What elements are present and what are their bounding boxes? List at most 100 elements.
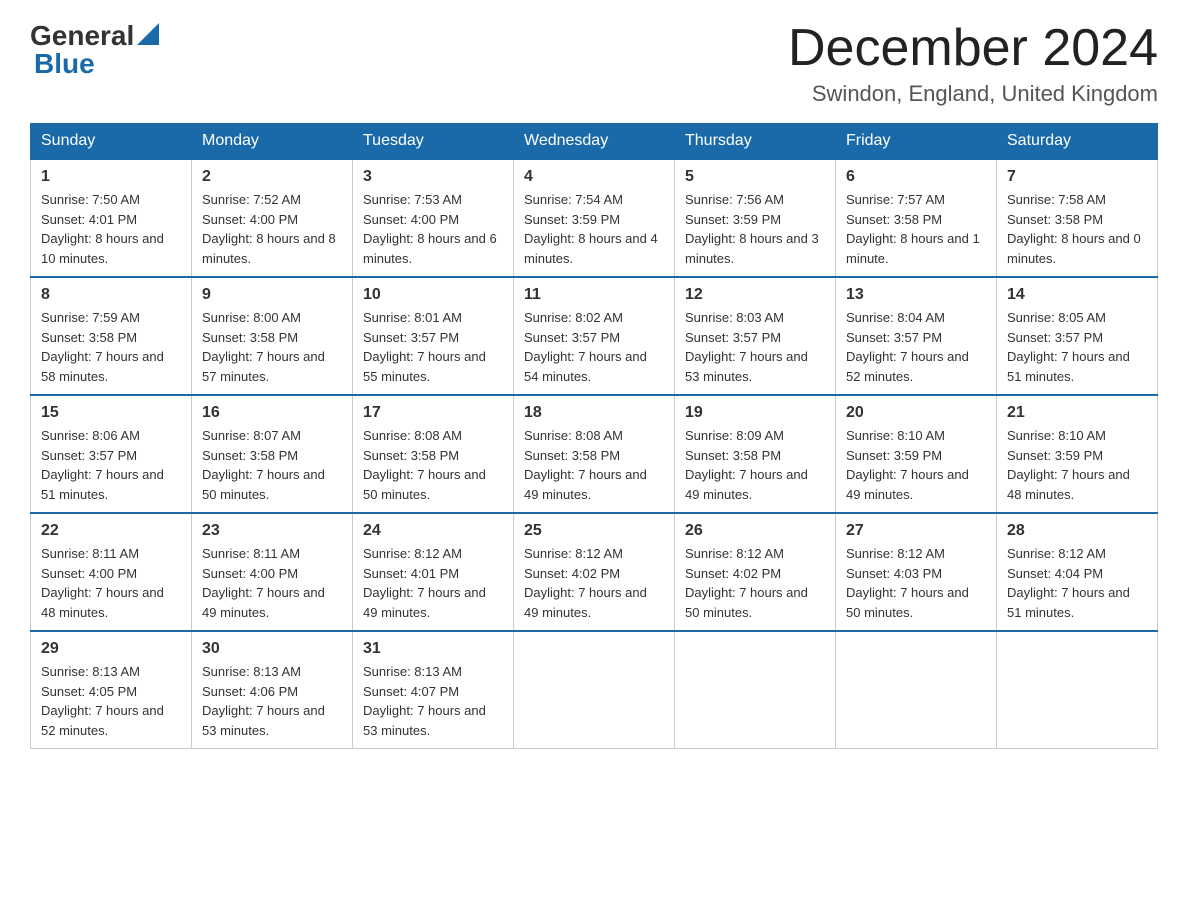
daylight-label: Daylight: 7 hours and 49 minutes. — [363, 585, 486, 620]
table-row: 3 Sunrise: 7:53 AM Sunset: 4:00 PM Dayli… — [353, 159, 514, 277]
table-row — [997, 631, 1158, 749]
sunrise-label: Sunrise: 8:12 AM — [1007, 546, 1106, 561]
sunset-label: Sunset: 3:58 PM — [846, 212, 942, 227]
table-row: 5 Sunrise: 7:56 AM Sunset: 3:59 PM Dayli… — [675, 159, 836, 277]
sunset-label: Sunset: 3:58 PM — [1007, 212, 1103, 227]
day-info: Sunrise: 8:13 AM Sunset: 4:06 PM Dayligh… — [202, 662, 342, 740]
table-row: 22 Sunrise: 8:11 AM Sunset: 4:00 PM Dayl… — [31, 513, 192, 631]
day-info: Sunrise: 8:12 AM Sunset: 4:02 PM Dayligh… — [685, 544, 825, 622]
daylight-label: Daylight: 8 hours and 8 minutes. — [202, 231, 336, 266]
sunrise-label: Sunrise: 8:08 AM — [363, 428, 462, 443]
daylight-label: Daylight: 7 hours and 49 minutes. — [524, 467, 647, 502]
sunset-label: Sunset: 4:00 PM — [41, 566, 137, 581]
calendar-week-row: 1 Sunrise: 7:50 AM Sunset: 4:01 PM Dayli… — [31, 159, 1158, 277]
sunrise-label: Sunrise: 8:13 AM — [41, 664, 140, 679]
daylight-label: Daylight: 7 hours and 50 minutes. — [685, 585, 808, 620]
day-number: 30 — [202, 640, 342, 658]
day-number: 15 — [41, 404, 181, 422]
sunrise-label: Sunrise: 8:06 AM — [41, 428, 140, 443]
table-row: 31 Sunrise: 8:13 AM Sunset: 4:07 PM Dayl… — [353, 631, 514, 749]
table-row: 17 Sunrise: 8:08 AM Sunset: 3:58 PM Dayl… — [353, 395, 514, 513]
header-tuesday: Tuesday — [353, 124, 514, 160]
table-row: 15 Sunrise: 8:06 AM Sunset: 3:57 PM Dayl… — [31, 395, 192, 513]
daylight-label: Daylight: 7 hours and 48 minutes. — [41, 585, 164, 620]
page-header: General Blue December 2024 Swindon, Engl… — [30, 20, 1158, 107]
day-info: Sunrise: 8:11 AM Sunset: 4:00 PM Dayligh… — [202, 544, 342, 622]
header-saturday: Saturday — [997, 124, 1158, 160]
sunrise-label: Sunrise: 8:01 AM — [363, 310, 462, 325]
sunset-label: Sunset: 3:58 PM — [202, 330, 298, 345]
daylight-label: Daylight: 7 hours and 48 minutes. — [1007, 467, 1130, 502]
sunrise-label: Sunrise: 8:00 AM — [202, 310, 301, 325]
day-info: Sunrise: 8:10 AM Sunset: 3:59 PM Dayligh… — [1007, 426, 1147, 504]
table-row: 28 Sunrise: 8:12 AM Sunset: 4:04 PM Dayl… — [997, 513, 1158, 631]
sunrise-label: Sunrise: 8:12 AM — [846, 546, 945, 561]
day-number: 10 — [363, 286, 503, 304]
sunset-label: Sunset: 4:02 PM — [685, 566, 781, 581]
daylight-label: Daylight: 7 hours and 50 minutes. — [846, 585, 969, 620]
sunrise-label: Sunrise: 8:13 AM — [363, 664, 462, 679]
month-title: December 2024 — [788, 20, 1158, 77]
table-row: 11 Sunrise: 8:02 AM Sunset: 3:57 PM Dayl… — [514, 277, 675, 395]
day-info: Sunrise: 7:54 AM Sunset: 3:59 PM Dayligh… — [524, 190, 664, 268]
day-info: Sunrise: 8:13 AM Sunset: 4:05 PM Dayligh… — [41, 662, 181, 740]
daylight-label: Daylight: 7 hours and 51 minutes. — [41, 467, 164, 502]
daylight-label: Daylight: 8 hours and 4 minutes. — [524, 231, 658, 266]
day-number: 31 — [363, 640, 503, 658]
table-row: 12 Sunrise: 8:03 AM Sunset: 3:57 PM Dayl… — [675, 277, 836, 395]
sunset-label: Sunset: 4:01 PM — [363, 566, 459, 581]
sunrise-label: Sunrise: 7:56 AM — [685, 192, 784, 207]
daylight-label: Daylight: 7 hours and 49 minutes. — [524, 585, 647, 620]
weekday-header-row: Sunday Monday Tuesday Wednesday Thursday… — [31, 124, 1158, 160]
sunset-label: Sunset: 4:00 PM — [202, 566, 298, 581]
daylight-label: Daylight: 7 hours and 52 minutes. — [41, 703, 164, 738]
daylight-label: Daylight: 7 hours and 51 minutes. — [1007, 585, 1130, 620]
sunset-label: Sunset: 3:57 PM — [363, 330, 459, 345]
table-row: 6 Sunrise: 7:57 AM Sunset: 3:58 PM Dayli… — [836, 159, 997, 277]
daylight-label: Daylight: 7 hours and 50 minutes. — [202, 467, 325, 502]
sunrise-label: Sunrise: 8:12 AM — [685, 546, 784, 561]
header-wednesday: Wednesday — [514, 124, 675, 160]
daylight-label: Daylight: 7 hours and 51 minutes. — [1007, 349, 1130, 384]
day-number: 1 — [41, 168, 181, 186]
day-info: Sunrise: 8:13 AM Sunset: 4:07 PM Dayligh… — [363, 662, 503, 740]
table-row: 10 Sunrise: 8:01 AM Sunset: 3:57 PM Dayl… — [353, 277, 514, 395]
day-info: Sunrise: 8:12 AM Sunset: 4:04 PM Dayligh… — [1007, 544, 1147, 622]
sunrise-label: Sunrise: 8:11 AM — [41, 546, 139, 561]
daylight-label: Daylight: 8 hours and 6 minutes. — [363, 231, 497, 266]
sunrise-label: Sunrise: 8:10 AM — [1007, 428, 1106, 443]
sunset-label: Sunset: 3:59 PM — [685, 212, 781, 227]
sunrise-label: Sunrise: 8:13 AM — [202, 664, 301, 679]
table-row: 8 Sunrise: 7:59 AM Sunset: 3:58 PM Dayli… — [31, 277, 192, 395]
table-row: 23 Sunrise: 8:11 AM Sunset: 4:00 PM Dayl… — [192, 513, 353, 631]
day-number: 6 — [846, 168, 986, 186]
table-row: 30 Sunrise: 8:13 AM Sunset: 4:06 PM Dayl… — [192, 631, 353, 749]
sunrise-label: Sunrise: 7:54 AM — [524, 192, 623, 207]
table-row: 13 Sunrise: 8:04 AM Sunset: 3:57 PM Dayl… — [836, 277, 997, 395]
table-row — [675, 631, 836, 749]
table-row: 20 Sunrise: 8:10 AM Sunset: 3:59 PM Dayl… — [836, 395, 997, 513]
day-info: Sunrise: 7:52 AM Sunset: 4:00 PM Dayligh… — [202, 190, 342, 268]
sunrise-label: Sunrise: 7:50 AM — [41, 192, 140, 207]
sunset-label: Sunset: 4:06 PM — [202, 684, 298, 699]
table-row: 21 Sunrise: 8:10 AM Sunset: 3:59 PM Dayl… — [997, 395, 1158, 513]
table-row: 14 Sunrise: 8:05 AM Sunset: 3:57 PM Dayl… — [997, 277, 1158, 395]
logo: General Blue — [30, 20, 159, 80]
table-row: 18 Sunrise: 8:08 AM Sunset: 3:58 PM Dayl… — [514, 395, 675, 513]
day-number: 22 — [41, 522, 181, 540]
sunset-label: Sunset: 4:02 PM — [524, 566, 620, 581]
table-row — [836, 631, 997, 749]
calendar-week-row: 15 Sunrise: 8:06 AM Sunset: 3:57 PM Dayl… — [31, 395, 1158, 513]
header-friday: Friday — [836, 124, 997, 160]
sunset-label: Sunset: 3:57 PM — [846, 330, 942, 345]
day-info: Sunrise: 8:10 AM Sunset: 3:59 PM Dayligh… — [846, 426, 986, 504]
daylight-label: Daylight: 8 hours and 10 minutes. — [41, 231, 164, 266]
sunrise-label: Sunrise: 8:02 AM — [524, 310, 623, 325]
sunrise-label: Sunrise: 7:59 AM — [41, 310, 140, 325]
sunrise-label: Sunrise: 8:03 AM — [685, 310, 784, 325]
calendar-table: Sunday Monday Tuesday Wednesday Thursday… — [30, 123, 1158, 749]
sunset-label: Sunset: 3:57 PM — [1007, 330, 1103, 345]
calendar-week-row: 29 Sunrise: 8:13 AM Sunset: 4:05 PM Dayl… — [31, 631, 1158, 749]
sunset-label: Sunset: 3:58 PM — [41, 330, 137, 345]
table-row: 25 Sunrise: 8:12 AM Sunset: 4:02 PM Dayl… — [514, 513, 675, 631]
